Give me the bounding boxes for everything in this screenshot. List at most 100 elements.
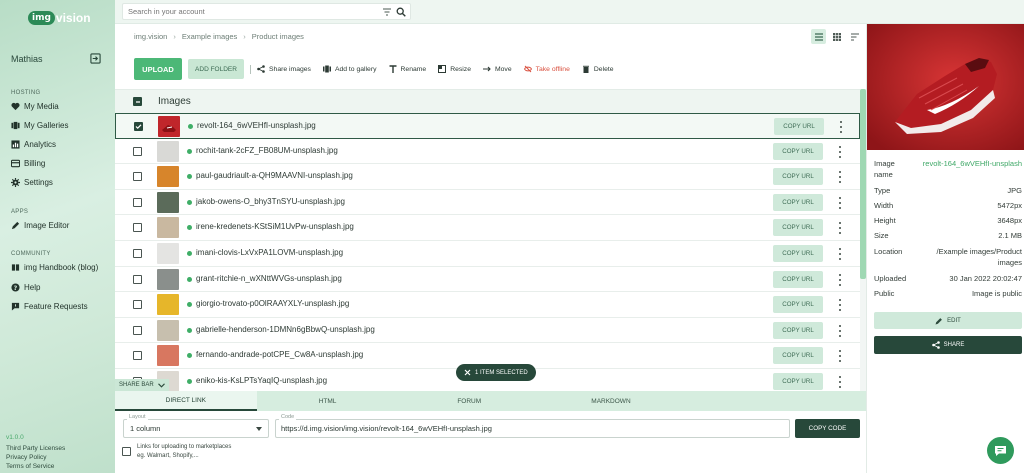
- list-view-button[interactable]: [811, 29, 826, 44]
- more-icon[interactable]: [837, 350, 843, 363]
- more-icon[interactable]: [837, 273, 843, 286]
- sidebar-item-image-editor[interactable]: Image Editor: [11, 221, 69, 230]
- tab-forum[interactable]: FORUM: [398, 391, 540, 411]
- file-name[interactable]: grant-ritchie-n_wXNttWVGs-unsplash.jpg: [196, 274, 342, 283]
- row-checkbox[interactable]: [133, 146, 142, 156]
- table-row[interactable]: jakob-owens-O_bhy3TnSYU-unsplash.jpg COP…: [115, 190, 860, 216]
- row-checkbox[interactable]: [133, 274, 142, 284]
- tab-markdown[interactable]: MARKDOWN: [540, 391, 682, 411]
- copy-url-button[interactable]: COPY URL: [773, 245, 823, 262]
- sidebar-item-billing[interactable]: Billing: [11, 159, 45, 168]
- copy-url-button[interactable]: COPY URL: [773, 219, 823, 237]
- footer-link-terms[interactable]: Terms of Service: [6, 463, 54, 470]
- row-checkbox[interactable]: [133, 197, 142, 207]
- copy-code-button[interactable]: COPY CODE: [795, 419, 860, 438]
- add-folder-button[interactable]: ADD FOLDER: [188, 59, 244, 79]
- more-icon[interactable]: [837, 248, 843, 260]
- sidebar-item-help[interactable]: ? Help: [11, 283, 40, 292]
- tab-html[interactable]: HTML: [257, 391, 399, 411]
- file-name[interactable]: gabrielle-henderson-1DMNn6gBbwQ-unsplash…: [196, 325, 375, 334]
- row-checkbox[interactable]: [133, 223, 142, 233]
- logout-icon[interactable]: [90, 53, 101, 64]
- search-icon[interactable]: [396, 7, 406, 17]
- share-images-action[interactable]: Share images: [257, 65, 311, 73]
- file-name[interactable]: revolt-164_6wVEHfI-unsplash.jpg: [197, 121, 316, 130]
- more-icon[interactable]: [837, 299, 843, 312]
- file-name[interactable]: rochit-tank-2cFZ_FB08UM-unsplash.jpg: [196, 146, 338, 155]
- move-action[interactable]: Move: [482, 65, 512, 73]
- thumbnail[interactable]: [157, 243, 179, 264]
- row-checkbox[interactable]: [133, 300, 142, 310]
- filter-icon[interactable]: [382, 7, 392, 17]
- edit-button[interactable]: EDIT: [874, 312, 1022, 329]
- select-all-checkbox[interactable]: [133, 97, 142, 106]
- sidebar-item-analytics[interactable]: Analytics: [11, 140, 56, 149]
- file-name[interactable]: eniko-kis-KsLPTsYaqIQ-unsplash.jpg: [196, 376, 327, 385]
- thumbnail[interactable]: [157, 166, 179, 188]
- row-checkbox[interactable]: [133, 249, 142, 258]
- copy-url-button[interactable]: COPY URL: [773, 168, 823, 186]
- more-icon[interactable]: [837, 324, 843, 337]
- more-icon[interactable]: [837, 171, 843, 184]
- copy-url-button[interactable]: COPY URL: [773, 142, 823, 160]
- take-offline-action[interactable]: Take offline: [523, 65, 570, 73]
- file-name[interactable]: imani-clovis-LxVxPA1LOVM-unsplash.jpg: [196, 248, 343, 257]
- grid-view-button[interactable]: [829, 29, 844, 44]
- copy-url-button[interactable]: COPY URL: [773, 193, 823, 211]
- close-icon[interactable]: [464, 369, 471, 376]
- breadcrumb-example-images[interactable]: Example images: [182, 32, 237, 41]
- selection-indicator[interactable]: 1 ITEM SELECTED: [456, 364, 536, 381]
- footer-link-licenses[interactable]: Third Party Licenses: [6, 445, 65, 452]
- rename-action[interactable]: Rename: [389, 65, 426, 73]
- sidebar-item-settings[interactable]: Settings: [11, 178, 53, 187]
- file-name[interactable]: jakob-owens-O_bhy3TnSYU-unsplash.jpg: [196, 197, 345, 206]
- chat-button[interactable]: [987, 437, 1014, 464]
- footer-link-privacy[interactable]: Privacy Policy: [6, 454, 46, 461]
- app-logo[interactable]: img vision: [28, 9, 91, 27]
- sidebar-item-my-galleries[interactable]: My Galleries: [11, 121, 68, 130]
- table-row[interactable]: grant-ritchie-n_wXNttWVGs-unsplash.jpg C…: [115, 267, 860, 293]
- code-field[interactable]: https://d.img.vision/img.vision/revolt-1…: [275, 419, 790, 438]
- copy-url-button[interactable]: COPY URL: [773, 270, 823, 288]
- image-preview[interactable]: [867, 24, 1024, 150]
- copy-url-button[interactable]: COPY URL: [773, 347, 823, 365]
- thumbnail[interactable]: [157, 345, 179, 367]
- layout-select[interactable]: 1 column: [123, 419, 269, 438]
- row-checkbox[interactable]: [133, 325, 142, 335]
- thumbnail[interactable]: [157, 319, 179, 341]
- more-icon[interactable]: [837, 376, 843, 388]
- thumbnail[interactable]: [157, 217, 179, 239]
- thumbnail[interactable]: [157, 268, 179, 290]
- row-checkbox[interactable]: [134, 122, 143, 131]
- row-checkbox[interactable]: [133, 172, 142, 182]
- file-name[interactable]: paul-gaudriault-a-QH9MAAVNI-unsplash.jpg: [196, 171, 353, 180]
- resize-action[interactable]: Resize: [438, 65, 471, 73]
- breadcrumb-product-images[interactable]: Product images: [252, 32, 304, 41]
- sidebar-item-handbook[interactable]: img Handbook (blog): [11, 263, 98, 272]
- thumbnail[interactable]: [158, 116, 180, 137]
- row-checkbox[interactable]: [133, 351, 142, 361]
- delete-action[interactable]: Delete: [582, 65, 614, 73]
- thumbnail[interactable]: [157, 294, 179, 316]
- table-row[interactable]: rochit-tank-2cFZ_FB08UM-unsplash.jpg COP…: [115, 139, 860, 165]
- upload-button[interactable]: UPLOAD: [134, 58, 182, 80]
- thumbnail[interactable]: [157, 191, 179, 213]
- share-bar-toggle[interactable]: SHARE BAR: [115, 379, 169, 391]
- table-row[interactable]: revolt-164_6wVEHfI-unsplash.jpg COPY URL: [115, 113, 860, 139]
- more-icon[interactable]: [837, 196, 843, 209]
- copy-url-button[interactable]: COPY URL: [773, 321, 823, 339]
- file-name[interactable]: irene-kredenets-KStSiM1UvPw-unsplash.jpg: [196, 222, 354, 231]
- sidebar-item-my-media[interactable]: My Media: [11, 102, 59, 111]
- table-row[interactable]: irene-kredenets-KStSiM1UvPw-unsplash.jpg…: [115, 215, 860, 241]
- more-icon[interactable]: [838, 121, 844, 133]
- file-name[interactable]: giorgio-trovato-p0OlRAAYXLY-unsplash.jpg: [196, 299, 349, 308]
- add-to-gallery-action[interactable]: Add to gallery: [322, 65, 377, 73]
- search-input[interactable]: [128, 7, 382, 16]
- thumbnail[interactable]: [157, 140, 179, 162]
- share-button[interactable]: SHARE: [874, 336, 1022, 354]
- copy-url-button[interactable]: COPY URL: [773, 373, 823, 390]
- sidebar-item-feature-requests[interactable]: Feature Requests: [11, 302, 88, 311]
- sort-button[interactable]: [847, 29, 862, 44]
- copy-url-button[interactable]: COPY URL: [774, 118, 824, 135]
- more-icon[interactable]: [837, 222, 843, 235]
